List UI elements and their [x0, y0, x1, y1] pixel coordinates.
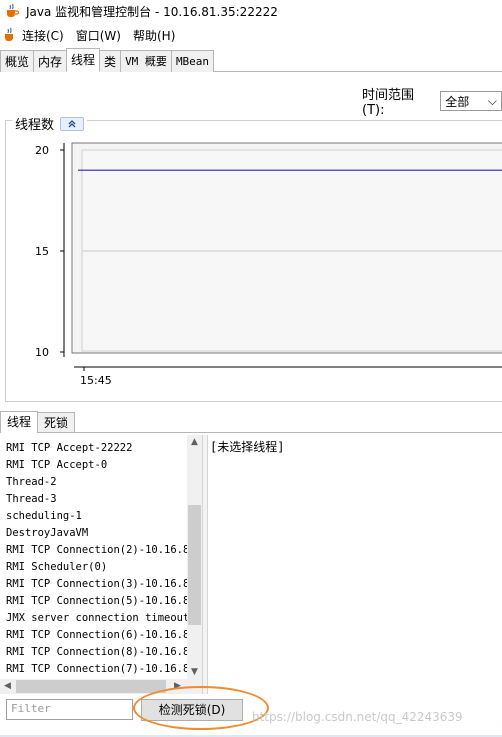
filter-input[interactable]: Filter [6, 699, 133, 720]
thread-list-hscrollbar[interactable]: ◀ ▶ [0, 679, 202, 694]
main-tabs: 概览 内存 线程 类 VM 概要 MBean [0, 48, 502, 72]
collapse-button[interactable] [60, 116, 85, 131]
time-range-label: 时间范围(T): [362, 88, 415, 118]
window-title: Java 监视和管理控制台 - 10.16.81.35:22222 [26, 4, 278, 19]
tab-vm-summary[interactable]: VM 概要 [120, 50, 172, 72]
tab-classes[interactable]: 类 [99, 50, 122, 72]
thread-list-item[interactable]: RMI TCP Connection(8)-10.16.81 [0, 644, 187, 661]
time-range-value: 全部 [445, 94, 470, 109]
time-range: 时间范围(T): 全部 ⌵ [362, 84, 502, 118]
thread-list-vscrollbar[interactable]: ▲ ▼ [187, 435, 202, 679]
thread-list-item[interactable]: RMI TCP Connection(2)-10.16.81 [0, 542, 187, 559]
thread-list-item[interactable]: RMI TCP Connection(6)-10.16.81 [0, 627, 187, 644]
thread-list-item[interactable]: scheduling-1 [0, 508, 187, 525]
thread-list-item[interactable]: RMI Scheduler(0) [0, 559, 187, 576]
tab-memory[interactable]: 内存 [33, 50, 68, 72]
chart-header: 线程数 [12, 114, 88, 133]
thread-list-item[interactable]: RMI TCP Connection(5)-10.16.81 [0, 593, 187, 610]
scrollbar-thumb[interactable] [16, 680, 166, 693]
thread-list-item[interactable]: RMI TCP Accept-22222 [0, 440, 187, 457]
java-cup-icon [7, 3, 20, 17]
scroll-right-icon[interactable]: ▶ [170, 679, 185, 694]
tab-thread-list[interactable]: 线程 [0, 411, 39, 433]
title-bar: Java 监视和管理控制台 - 10.16.81.35:22222 [0, 0, 502, 22]
menu-connection[interactable]: 连接(C) [22, 27, 64, 44]
thread-list-item[interactable]: Thread-3 [0, 491, 187, 508]
thread-list-item[interactable]: RMI TCP Connection(3)-10.16.81 [0, 576, 187, 593]
watermark: https://blog.csdn.net/qq_42243639 [252, 710, 463, 724]
scroll-up-icon[interactable]: ▲ [187, 435, 202, 449]
thread-list-item[interactable]: RMI TCP Connection(7)-10.16.81 [0, 661, 187, 678]
java-cup-icon [5, 27, 13, 41]
y-tick-label: 15 [35, 245, 49, 258]
thread-detail-text: [未选择线程] [210, 440, 285, 454]
scroll-left-icon[interactable]: ◀ [0, 679, 15, 694]
split-pane-divider[interactable] [202, 435, 208, 694]
x-tick-label: 15:45 [80, 374, 112, 387]
menu-window[interactable]: 窗口(W) [76, 27, 121, 44]
scroll-down-icon[interactable]: ▼ [187, 665, 202, 679]
thread-list-item[interactable]: Thread-2 [0, 474, 187, 491]
menu-help[interactable]: 帮助(H) [133, 27, 175, 44]
menu-bar: 连接(C) 窗口(W) 帮助(H) [0, 24, 502, 46]
chart-frame [60, 142, 502, 371]
thread-list-item[interactable]: RMI TCP Accept-0 [0, 457, 187, 474]
y-tick-label: 20 [35, 144, 49, 157]
chevron-up-icon [68, 119, 76, 127]
tab-deadlock[interactable]: 死锁 [37, 412, 76, 432]
thread-count-chart: 10 15 20 15:45 [35, 142, 502, 387]
tab-mbean[interactable]: MBean [170, 50, 215, 72]
tab-threads[interactable]: 线程 [66, 48, 101, 72]
y-tick-label: 10 [35, 346, 49, 359]
thread-list-item[interactable]: DestroyJavaVM [0, 525, 187, 542]
thread-list[interactable]: RMI TCP Accept-22222 RMI TCP Accept-0 Thre… [0, 435, 187, 679]
detect-deadlock-button[interactable]: 检测死锁(D) [141, 699, 243, 721]
chart-title: 线程数 [15, 118, 55, 133]
chevron-down-icon: ⌵ [487, 93, 497, 108]
scrollbar-thumb[interactable] [188, 505, 201, 625]
time-range-select[interactable]: 全部 ⌵ [440, 91, 502, 111]
thread-tabs: 线程 死锁 [0, 411, 502, 433]
thread-list-item[interactable]: JMX server connection timeout [0, 610, 187, 627]
thread-count-panel: 10 15 20 15:45 线程数 [5, 114, 502, 402]
tab-overview[interactable]: 概览 [0, 50, 35, 72]
